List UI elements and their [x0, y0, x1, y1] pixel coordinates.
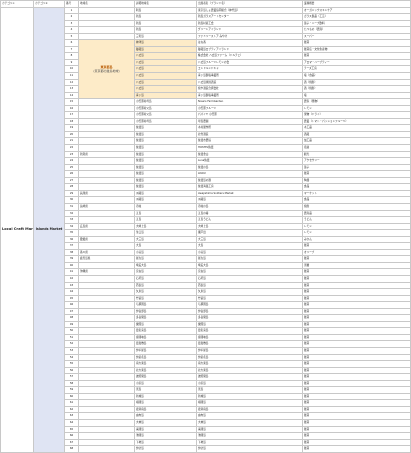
business-cell: 雑貨 [302, 445, 411, 453]
row-number: 68 [64, 445, 79, 453]
detail-region-cell: 伊計島 [134, 445, 197, 453]
highlight-region-cell: 東京都島 (東京都の離島地域) [78, 39, 135, 100]
region-cell [78, 445, 135, 453]
exhibitor-table: カテゴリ① カテゴリ② 番号 地域名 詳細地域名 出展者名（ブランド名） 業種概… [0, 0, 411, 453]
category2-cell: Islands Market [33, 6, 65, 453]
exhibitor-cell: 伊計島 [196, 445, 303, 453]
spreadsheet: カテゴリ① カテゴリ② 番号 地域名 詳細地域名 出展者名（ブランド名） 業種概… [0, 0, 411, 453]
category1-cell: Local Craft Market [0, 6, 34, 453]
highlight-subtitle: (東京都の離島地域) [93, 69, 120, 74]
table-body: Local Craft MarketIslands Market1利島東京島しょ… [0, 6, 411, 453]
